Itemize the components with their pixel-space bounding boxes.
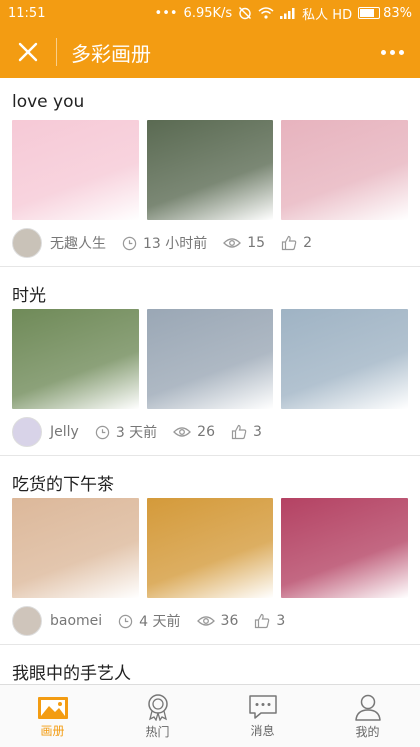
thumbs-up-icon <box>255 613 270 629</box>
network-speed: 6.95K/s <box>183 5 233 21</box>
carrier-label: 私人 HD <box>302 7 353 23</box>
battery-percent: 83% <box>383 5 412 21</box>
album-photo[interactable] <box>281 498 409 598</box>
post-time: 3 天前 <box>95 422 157 442</box>
page-title: 多彩画册 <box>71 41 151 66</box>
user-icon <box>354 694 381 721</box>
author-name[interactable]: baomei <box>50 613 102 629</box>
album-photo[interactable] <box>12 498 139 598</box>
eye-icon <box>223 238 242 248</box>
author-name[interactable]: Jelly <box>50 424 79 440</box>
status-time: 11:51 <box>8 5 46 21</box>
tab-messages[interactable]: 消息 <box>210 685 315 747</box>
more-button[interactable] <box>364 26 420 78</box>
signal-icon <box>280 8 295 19</box>
battery: 83% <box>358 6 412 21</box>
close-button[interactable] <box>0 26 56 78</box>
app-header: 多彩画册 <box>0 26 420 78</box>
album-meta: Jelly 3 天前 26 3 <box>12 409 408 455</box>
tab-album[interactable]: 画册 <box>0 685 105 747</box>
album-card[interactable]: love you 无趣人生 13 小时前 15 2 <box>0 78 420 267</box>
bottom-tab-bar: 画册 热门 消息 我的 <box>0 684 420 747</box>
more-dot <box>389 49 395 55</box>
album-photos <box>12 120 409 220</box>
album-title: 我眼中的手艺人 <box>12 664 131 684</box>
badge-icon <box>147 693 168 721</box>
battery-fill <box>360 9 375 17</box>
post-time: 4 天前 <box>118 611 181 631</box>
album-photo[interactable] <box>12 120 139 220</box>
tab-hot[interactable]: 热门 <box>105 685 210 747</box>
tab-label: 消息 <box>250 723 275 738</box>
message-icon <box>248 694 277 719</box>
album-photo[interactable] <box>146 498 274 598</box>
author-name[interactable]: 无趣人生 <box>50 233 106 253</box>
more-dot <box>398 49 404 55</box>
album-photo[interactable] <box>281 309 409 409</box>
avatar[interactable] <box>12 417 42 447</box>
tab-label: 我的 <box>355 724 380 739</box>
post-time-text: 4 天前 <box>139 614 181 630</box>
album-photo[interactable] <box>12 309 139 409</box>
status-dots: ••• <box>154 5 178 21</box>
album-photos <box>12 498 409 598</box>
post-time-text: 13 小时前 <box>143 236 208 252</box>
author-name-text: 无趣人生 <box>50 236 106 252</box>
tab-label: 画册 <box>40 723 65 738</box>
like-count-text: 3 <box>253 424 262 440</box>
alarm-off-icon <box>239 7 252 20</box>
status-right: ••• 6.95K/s 私人 HD 83% <box>155 4 412 23</box>
album-photo[interactable] <box>146 120 274 220</box>
clock-icon <box>95 425 110 439</box>
tab-profile[interactable]: 我的 <box>315 685 420 747</box>
view-count-text: 36 <box>220 613 239 629</box>
view-count: 36 <box>196 613 239 629</box>
close-icon <box>18 42 38 62</box>
album-feed[interactable]: love you 无趣人生 13 小时前 15 2 时光 Jelly 3 天前 … <box>0 78 420 684</box>
like-count-text: 2 <box>303 235 313 251</box>
album-card[interactable]: 我眼中的手艺人 <box>0 645 420 684</box>
album-card[interactable]: 时光 Jelly 3 天前 26 3 <box>0 267 420 456</box>
view-count: 26 <box>173 424 215 440</box>
status-bar: 11:51 ••• 6.95K/s 私人 HD 83% <box>0 0 420 26</box>
album-title: love you <box>12 92 85 112</box>
like-button[interactable]: 3 <box>231 424 262 440</box>
avatar[interactable] <box>12 228 42 258</box>
album-icon <box>37 696 68 719</box>
clock-icon <box>122 236 137 250</box>
view-count: 15 <box>223 235 265 251</box>
like-button[interactable]: 2 <box>281 235 312 251</box>
view-count-text: 26 <box>197 424 215 440</box>
battery-icon <box>358 7 381 19</box>
album-title: 时光 <box>12 286 46 306</box>
album-photos <box>12 309 409 409</box>
album-meta: 无趣人生 13 小时前 15 2 <box>12 220 408 266</box>
post-time-text: 3 天前 <box>115 425 158 441</box>
thumbs-up-icon <box>281 235 297 251</box>
album-card[interactable]: 吃货的下午茶 baomei 4 天前 36 3 <box>0 456 420 645</box>
author-name-text: Jelly <box>50 424 79 440</box>
post-time: 13 小时前 <box>122 233 207 253</box>
more-dot <box>380 49 386 55</box>
like-button[interactable]: 3 <box>254 613 285 629</box>
album-meta: baomei 4 天前 36 3 <box>12 598 408 644</box>
album-photo[interactable] <box>146 309 274 409</box>
like-count-text: 3 <box>276 613 286 629</box>
album-title: 吃货的下午茶 <box>12 475 114 495</box>
wifi-icon <box>258 7 274 19</box>
eye-icon <box>173 427 192 437</box>
eye-icon <box>196 616 215 626</box>
avatar[interactable] <box>12 606 42 636</box>
view-count-text: 15 <box>247 235 266 251</box>
clock-icon <box>118 614 133 628</box>
tab-label: 热门 <box>145 724 170 739</box>
author-name-text: baomei <box>50 613 103 629</box>
header-divider <box>56 38 57 66</box>
album-photo[interactable] <box>281 120 409 220</box>
thumbs-up-icon <box>231 424 247 440</box>
